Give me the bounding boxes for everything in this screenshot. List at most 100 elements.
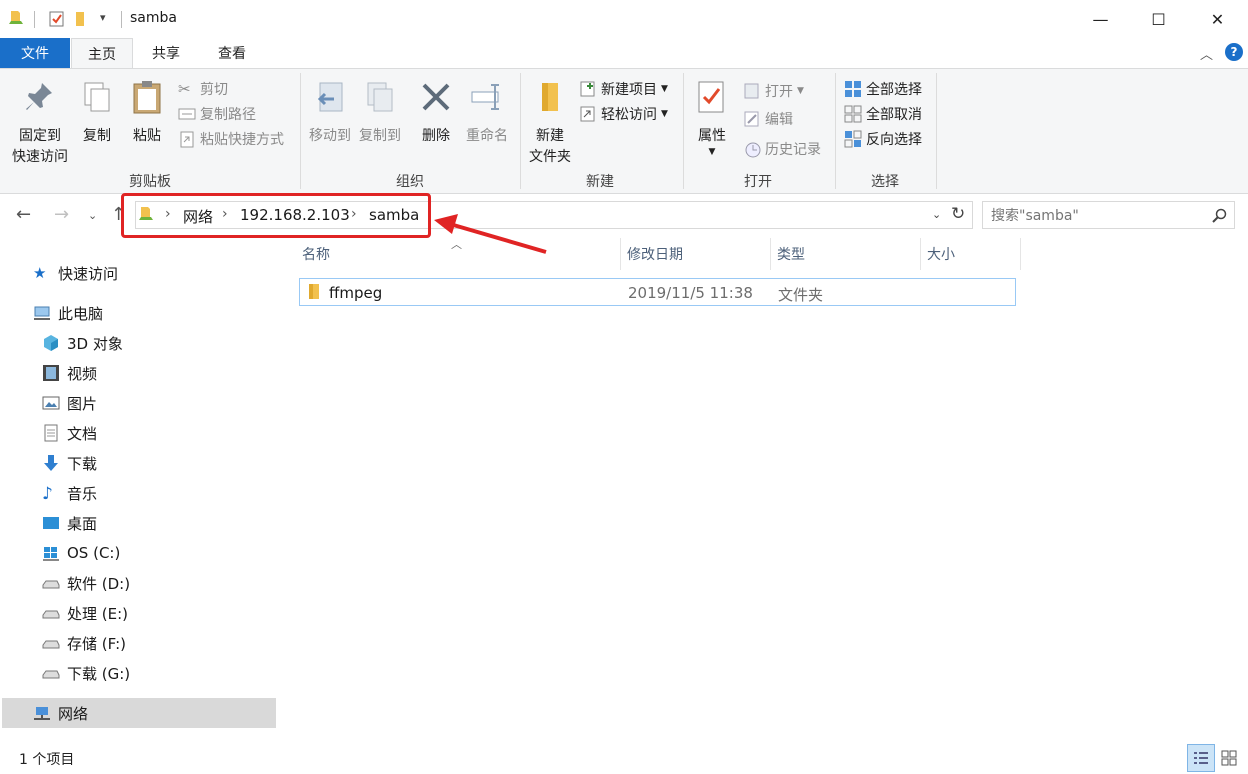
nav-pictures[interactable]: 图片 xyxy=(42,388,97,418)
paste-shortcut-button[interactable]: 粘贴快捷方式 xyxy=(178,127,284,151)
search-icon[interactable] xyxy=(1212,208,1228,224)
nav-label: 软件 (D:) xyxy=(67,574,131,593)
group-label-open: 打开 xyxy=(744,174,772,190)
copy-button[interactable]: 复制 xyxy=(76,79,118,147)
nav-3d-objects[interactable]: 3D 对象 xyxy=(42,328,123,358)
3d-objects-icon xyxy=(44,335,58,351)
tab-home[interactable]: 主页 xyxy=(71,38,133,69)
tab-file[interactable]: 文件 xyxy=(0,38,70,68)
search-box[interactable] xyxy=(982,201,1235,229)
details-view-icon xyxy=(1194,752,1208,764)
column-header-name[interactable]: 名称 xyxy=(296,238,621,270)
new-folder-quick-icon[interactable] xyxy=(74,10,90,28)
dropdown-icon: ▼ xyxy=(661,109,668,119)
delete-button[interactable]: 删除 xyxy=(414,79,458,147)
drive-icon xyxy=(42,610,60,619)
new-item-button[interactable]: 新建项目 ▼ xyxy=(579,77,668,101)
invert-selection-label: 反向选择 xyxy=(866,132,922,148)
pin-label: 固定到 快速访问 xyxy=(12,128,68,165)
paste-shortcut-label: 粘贴快捷方式 xyxy=(200,132,284,148)
nav-network[interactable]: 网络 xyxy=(33,698,88,728)
delete-x-icon xyxy=(422,83,450,111)
separator xyxy=(300,73,301,189)
nav-label: OS (C:) xyxy=(67,544,121,562)
paste-button[interactable]: 粘贴 xyxy=(126,79,168,147)
minimize-button[interactable]: — xyxy=(1071,0,1130,38)
history-button[interactable]: 历史记录 xyxy=(743,137,821,161)
nav-label: 下载 xyxy=(67,454,98,473)
properties-label: 属性 xyxy=(698,128,726,144)
copy-path-button[interactable]: 复制路径 xyxy=(178,102,256,126)
select-none-button[interactable]: 全部取消 xyxy=(844,102,922,126)
customize-qat-chevron-icon[interactable]: ▾ xyxy=(100,11,106,24)
search-input[interactable] xyxy=(991,206,1201,226)
nav-drive-c[interactable]: OS (C:) xyxy=(42,538,120,568)
new-folder-label: 新建 文件夹 xyxy=(529,128,571,165)
separator xyxy=(34,11,35,28)
nav-music[interactable]: ♪ 音乐 xyxy=(42,478,97,508)
nav-desktop[interactable]: 桌面 xyxy=(42,508,97,538)
cut-button[interactable]: ✂ 剪切 xyxy=(178,77,228,101)
nav-label: 视频 xyxy=(67,364,98,383)
paste-label: 粘贴 xyxy=(133,128,161,144)
document-icon xyxy=(44,424,58,442)
edit-button[interactable]: 编辑 xyxy=(743,107,793,131)
column-header-size[interactable]: 大小 xyxy=(921,238,1021,270)
network-folder-icon xyxy=(9,11,23,24)
annotation-highlight-box xyxy=(121,193,431,238)
move-to-button[interactable]: 移动到 xyxy=(305,79,355,147)
rename-label: 重命名 xyxy=(466,128,508,144)
open-button[interactable]: 打开 ▼ xyxy=(743,79,804,103)
tab-share[interactable]: 共享 xyxy=(136,38,196,68)
nav-documents[interactable]: 文档 xyxy=(42,418,97,448)
refresh-icon[interactable]: ↻ xyxy=(951,204,965,224)
scissors-icon: ✂ xyxy=(178,80,191,98)
address-dropdown-chevron-icon[interactable]: ⌄ xyxy=(932,208,941,221)
nav-this-pc[interactable]: 此电脑 xyxy=(33,298,103,328)
paste-icon xyxy=(133,81,161,114)
move-to-label: 移动到 xyxy=(309,128,351,144)
select-all-button[interactable]: 全部选择 xyxy=(844,77,922,101)
nav-label: 桌面 xyxy=(67,514,98,533)
forward-arrow-icon[interactable]: → xyxy=(54,204,69,225)
back-arrow-icon[interactable]: ← xyxy=(16,204,31,225)
nav-downloads[interactable]: 下载 xyxy=(42,448,97,478)
edit-icon xyxy=(744,111,759,127)
copy-to-button[interactable]: 复制到 xyxy=(355,79,405,147)
maximize-button[interactable]: ☐ xyxy=(1129,0,1188,38)
file-name[interactable]: ffmpeg xyxy=(329,284,382,302)
nav-videos[interactable]: 视频 xyxy=(42,358,97,388)
music-note-icon: ♪ xyxy=(42,484,53,504)
nav-drive-e[interactable]: 处理 (E:) xyxy=(42,598,128,628)
large-icons-view-button[interactable] xyxy=(1215,744,1243,772)
video-icon xyxy=(43,365,59,381)
nav-quick-access[interactable]: ★ 快速访问 xyxy=(33,258,118,288)
nav-drive-f[interactable]: 存储 (F:) xyxy=(42,628,126,658)
rename-button[interactable]: 重命名 xyxy=(462,79,512,147)
properties-quick-icon[interactable] xyxy=(48,10,66,28)
pin-to-quick-access-button[interactable]: 固定到 快速访问 xyxy=(8,79,72,168)
recent-locations-chevron-icon[interactable]: ⌄ xyxy=(88,209,97,222)
new-folder-button[interactable]: 新建 文件夹 xyxy=(524,79,576,168)
separator xyxy=(121,11,122,28)
easy-access-button[interactable]: 轻松访问 ▼ xyxy=(579,102,668,126)
help-icon[interactable]: ? xyxy=(1225,43,1243,61)
ribbon-tabs: 文件 主页 共享 查看 ︿ ? xyxy=(0,38,1248,69)
tab-view[interactable]: 查看 xyxy=(202,38,262,68)
open-label: 打开 xyxy=(765,84,793,100)
edit-label: 编辑 xyxy=(765,112,793,128)
collapse-ribbon-chevron-icon[interactable]: ︿ xyxy=(1200,44,1213,63)
delete-label: 删除 xyxy=(422,128,450,144)
copy-path-label: 复制路径 xyxy=(200,107,256,123)
properties-button[interactable]: 属性 ▼ xyxy=(690,79,734,157)
invert-selection-button[interactable]: 反向选择 xyxy=(844,127,922,151)
invert-selection-icon xyxy=(844,130,862,148)
close-button[interactable]: ✕ xyxy=(1188,0,1247,38)
nav-drive-g[interactable]: 下载 (G:) xyxy=(42,658,130,688)
column-header-type[interactable]: 类型 xyxy=(771,238,921,270)
nav-drive-d[interactable]: 软件 (D:) xyxy=(42,568,130,598)
select-none-icon xyxy=(844,105,862,123)
new-item-icon xyxy=(580,81,595,97)
column-header-date[interactable]: 修改日期 xyxy=(621,238,771,270)
details-view-button[interactable] xyxy=(1187,744,1215,772)
